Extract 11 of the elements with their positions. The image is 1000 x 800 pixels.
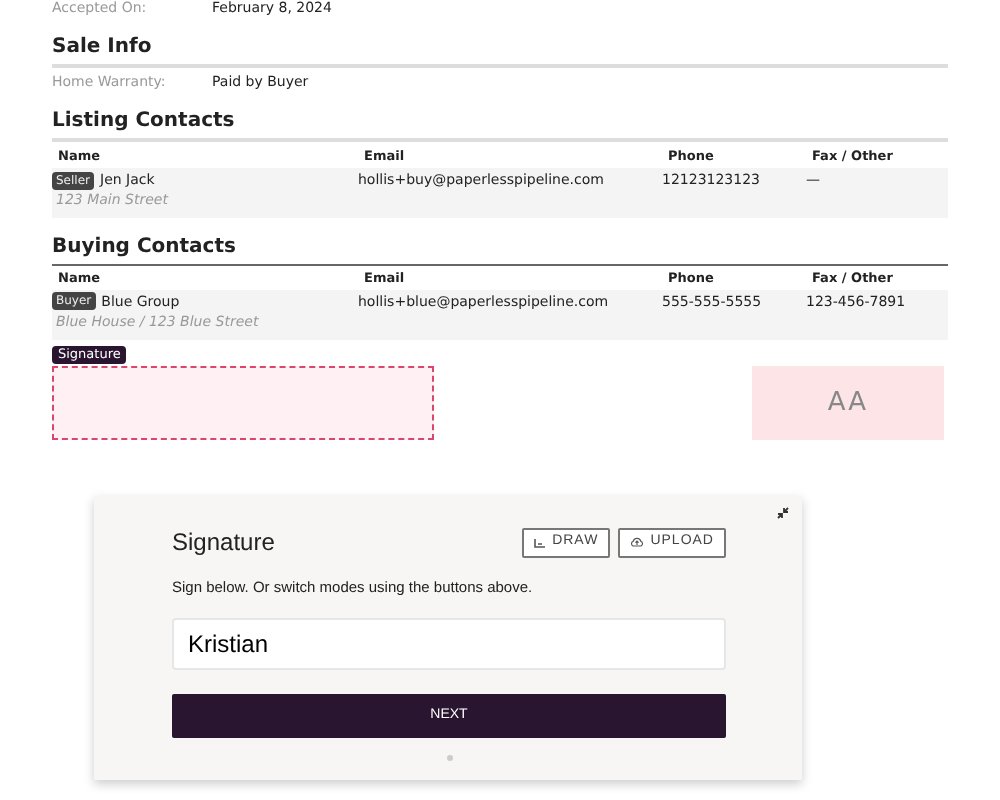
signature-line-icon (534, 537, 547, 548)
dot-icon (445, 754, 453, 762)
signature-drop-area[interactable] (52, 366, 434, 441)
initials-box: AA (752, 366, 944, 441)
section-heading: Buying Contacts (52, 233, 238, 262)
signature-input[interactable]: Kristian (172, 617, 726, 669)
section-heading: Sale Info (52, 34, 154, 62)
section-heading: Listing Contacts (52, 108, 237, 136)
cloud-upload-icon (630, 536, 645, 549)
dialog-title: Signature (172, 526, 275, 561)
collapse-icon[interactable] (776, 506, 790, 521)
